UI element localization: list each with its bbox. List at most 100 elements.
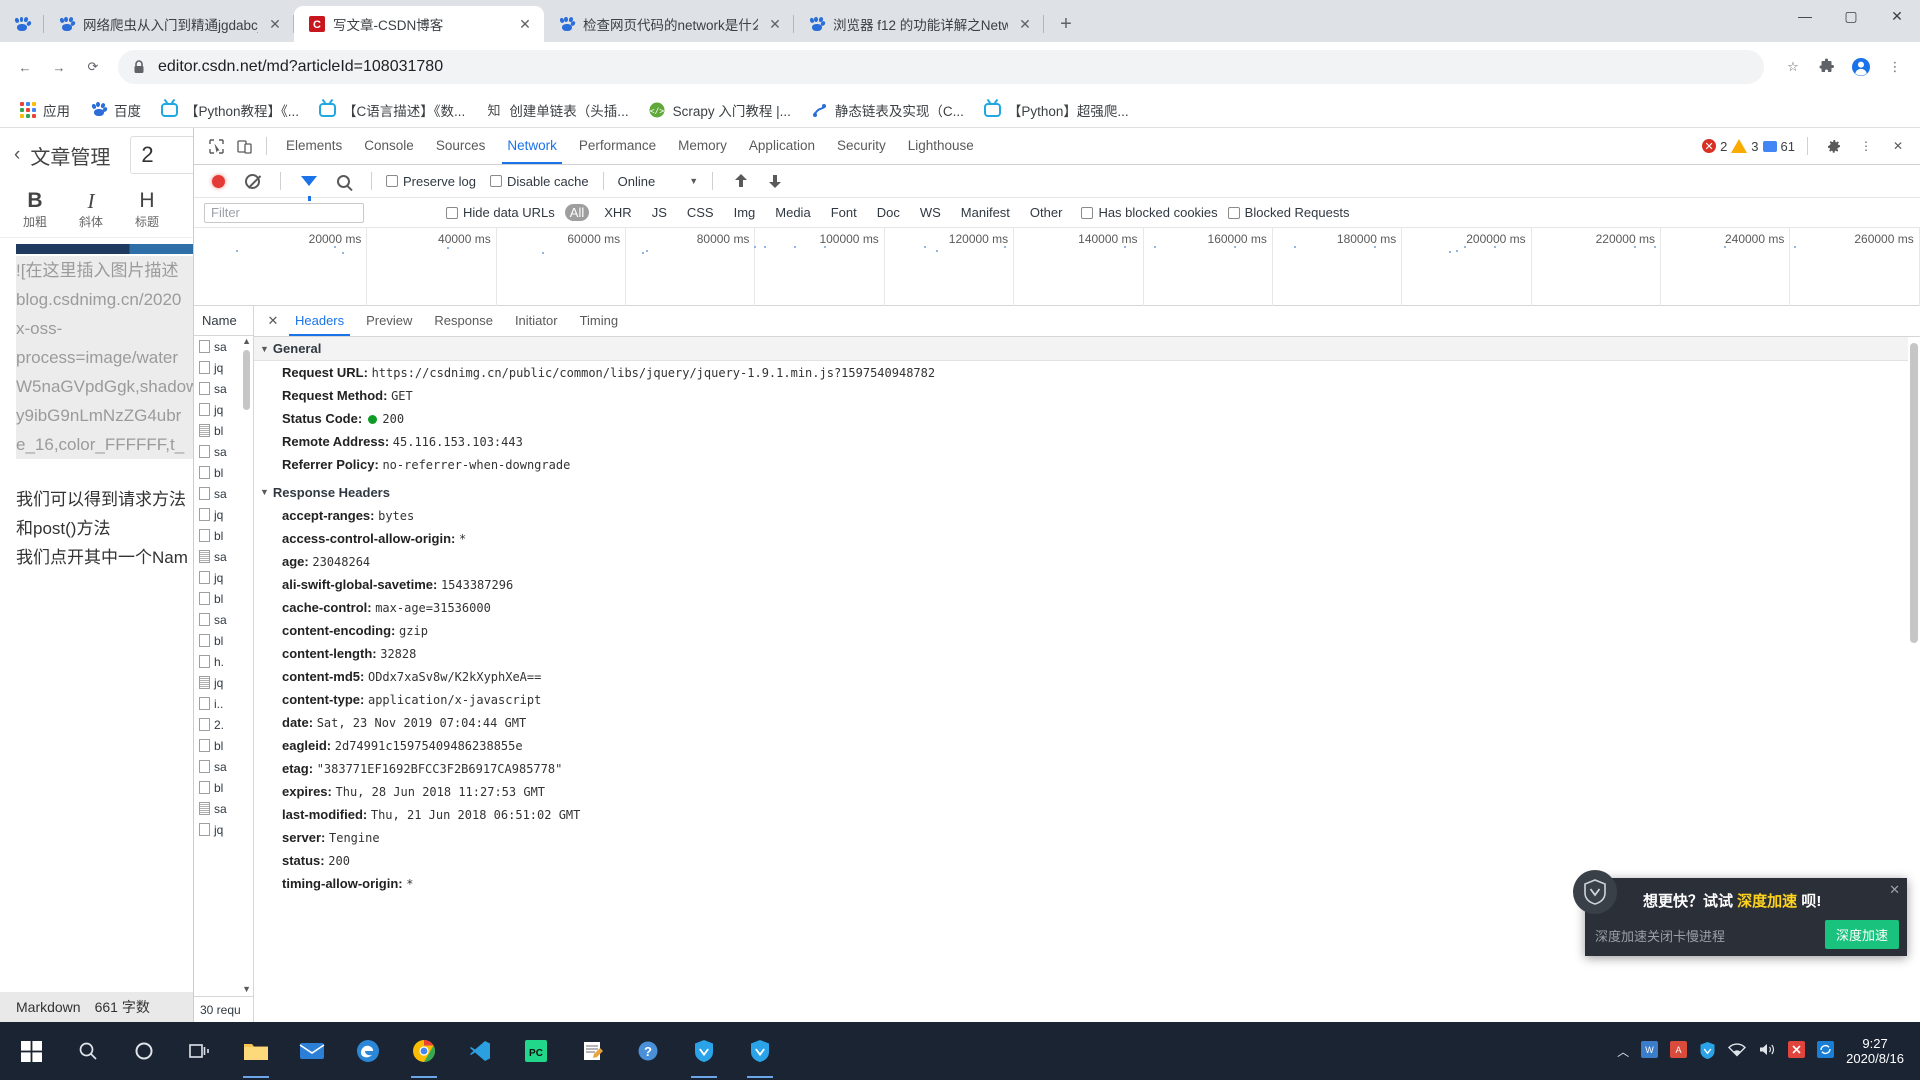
record-button[interactable] xyxy=(204,167,232,195)
tab-close-icon[interactable]: ✕ xyxy=(1016,15,1034,33)
tab-performance[interactable]: Performance xyxy=(568,128,667,164)
tab-console[interactable]: Console xyxy=(353,128,425,164)
list-scroll-up-icon[interactable]: ▲ xyxy=(242,336,251,346)
filter-type-js[interactable]: JS xyxy=(647,204,672,221)
warning-count-badge[interactable]: 3 xyxy=(1731,139,1759,154)
devtools-more-icon[interactable]: ⋮ xyxy=(1852,132,1880,160)
gear-icon[interactable] xyxy=(1820,132,1848,160)
tray-network-icon[interactable] xyxy=(1728,1042,1747,1060)
tray-shield-icon[interactable] xyxy=(1699,1041,1716,1062)
export-har-button[interactable] xyxy=(761,167,789,195)
bookmark-baidu[interactable]: 百度 xyxy=(81,96,150,124)
close-detail-icon[interactable]: ✕ xyxy=(262,313,284,329)
request-list-item[interactable]: bl xyxy=(194,462,253,483)
name-column-header[interactable]: Name xyxy=(194,306,253,336)
filter-button[interactable] xyxy=(295,167,323,201)
chrome-icon[interactable] xyxy=(396,1022,452,1080)
filter-type-xhr[interactable]: XHR xyxy=(599,204,636,221)
browser-tab-3[interactable]: 浏览器 f12 的功能详解之Netwo ✕ xyxy=(794,6,1044,42)
edge-icon[interactable] xyxy=(340,1022,396,1080)
network-overview-timeline[interactable]: 20000 ms 40000 ms 60000 ms 80000 ms 100000 m… xyxy=(194,228,1920,306)
article-manage-link[interactable]: 文章管理 xyxy=(30,141,110,170)
filter-type-doc[interactable]: Doc xyxy=(872,204,905,221)
accelerate-button[interactable]: 深度加速 xyxy=(1824,920,1899,949)
tab-application[interactable]: Application xyxy=(738,128,826,164)
back-chevron-icon[interactable]: ‹ xyxy=(14,144,20,166)
tray-arrow-up-icon[interactable]: ︿ xyxy=(1617,1043,1629,1060)
maximize-button[interactable]: ▢ xyxy=(1828,0,1874,32)
devtools-close-icon[interactable]: ✕ xyxy=(1884,132,1912,160)
search-icon[interactable] xyxy=(60,1022,116,1080)
tray-app-icon-2[interactable]: A xyxy=(1670,1041,1688,1061)
cortana-icon[interactable] xyxy=(116,1022,172,1080)
bookmark-linked-list[interactable]: 知 创建单链表（头插... xyxy=(476,96,637,124)
back-icon[interactable]: ← xyxy=(8,50,42,84)
request-list-item[interactable]: bl xyxy=(194,420,253,441)
request-list-item[interactable]: jq xyxy=(194,672,253,693)
mail-icon[interactable] xyxy=(284,1022,340,1080)
bookmark-apps[interactable]: 应用 xyxy=(10,96,79,124)
filter-input[interactable]: Filter xyxy=(204,202,364,223)
notification-close-icon[interactable]: ✕ xyxy=(1889,882,1900,898)
scrollbar-thumb[interactable] xyxy=(1910,343,1918,643)
device-toggle-icon[interactable] xyxy=(230,132,258,160)
notepad-icon[interactable] xyxy=(564,1022,620,1080)
taskbar-clock[interactable]: 9:27 2020/8/16 xyxy=(1846,1036,1908,1066)
request-list[interactable]: sa jq sa jq bl sa bl sa jq bl sa jq bl sa bl h. jq i.. 2. b… xyxy=(194,336,253,996)
tab-security[interactable]: Security xyxy=(826,128,897,164)
import-har-button[interactable] xyxy=(727,167,755,195)
request-list-item[interactable]: h. xyxy=(194,651,253,672)
forward-icon[interactable]: → xyxy=(42,50,76,84)
close-window-button[interactable]: ✕ xyxy=(1874,0,1920,32)
bookmark-scrapy[interactable]: </> Scrapy 入门教程 |... xyxy=(640,96,800,124)
filter-type-all[interactable]: All xyxy=(564,204,590,221)
windows-start-icon[interactable] xyxy=(4,1022,60,1080)
new-tab-button[interactable]: + xyxy=(1050,8,1082,40)
detail-tab-response[interactable]: Response xyxy=(423,306,504,336)
tray-close-icon[interactable] xyxy=(1788,1041,1806,1061)
bold-button[interactable]: B 加粗 xyxy=(8,189,62,230)
blocked-requests-checkbox[interactable]: Blocked Requests xyxy=(1227,205,1349,220)
tray-volume-icon[interactable] xyxy=(1758,1042,1776,1060)
request-list-item[interactable]: jq xyxy=(194,504,253,525)
tab-network[interactable]: Network xyxy=(496,128,568,164)
chevron-down-icon[interactable]: ▼ xyxy=(689,176,698,186)
disable-cache-checkbox[interactable]: Disable cache xyxy=(489,174,589,189)
browser-tab-0[interactable]: 网络爬虫从入门到精通jgdabc_百 ✕ xyxy=(44,6,294,42)
filter-type-manifest[interactable]: Manifest xyxy=(956,204,1015,221)
browser-tab-2[interactable]: 检查网页代码的network是什么_ ✕ xyxy=(544,6,794,42)
help-icon[interactable]: ? xyxy=(620,1022,676,1080)
pycharm-icon[interactable]: PC xyxy=(508,1022,564,1080)
search-button[interactable] xyxy=(329,167,357,195)
tab-memory[interactable]: Memory xyxy=(667,128,738,164)
request-list-item[interactable]: sa xyxy=(194,798,253,819)
general-section-header[interactable]: ▼ General xyxy=(254,337,1920,361)
request-list-item[interactable]: sa xyxy=(194,609,253,630)
file-explorer-icon[interactable] xyxy=(228,1022,284,1080)
detail-tab-timing[interactable]: Timing xyxy=(569,306,630,336)
request-list-item[interactable]: bl xyxy=(194,630,253,651)
request-list-item[interactable]: jq xyxy=(194,567,253,588)
filter-type-other[interactable]: Other xyxy=(1025,204,1068,221)
bookmark-python-crawler[interactable]: 【Python】超强爬... xyxy=(975,96,1138,124)
detail-tab-initiator[interactable]: Initiator xyxy=(504,306,569,336)
request-list-item[interactable]: sa xyxy=(194,756,253,777)
minimize-button[interactable]: — xyxy=(1782,0,1828,32)
vscode-icon[interactable] xyxy=(452,1022,508,1080)
tab-close-icon[interactable]: ✕ xyxy=(766,15,784,33)
tab-close-icon[interactable]: ✕ xyxy=(516,15,534,33)
has-blocked-cookies-checkbox[interactable]: Has blocked cookies xyxy=(1081,205,1218,220)
preserve-log-checkbox[interactable]: Preserve log xyxy=(386,174,476,189)
tab-lighthouse[interactable]: Lighthouse xyxy=(897,128,985,164)
clear-button[interactable] xyxy=(238,167,266,195)
bookmark-python-tutorial[interactable]: 【Python教程】《... xyxy=(152,96,308,124)
browser-tab-1[interactable]: C 写文章-CSDN博客 ✕ xyxy=(294,6,544,42)
request-list-item[interactable]: jq xyxy=(194,819,253,840)
task-view-icon[interactable] xyxy=(172,1022,228,1080)
bookmark-star-icon[interactable]: ☆ xyxy=(1776,50,1810,84)
list-scrollbar-thumb[interactable] xyxy=(243,350,250,410)
tray-app-icon-1[interactable]: W xyxy=(1641,1041,1659,1061)
filter-type-css[interactable]: CSS xyxy=(682,204,719,221)
extensions-puzzle-icon[interactable] xyxy=(1810,50,1844,84)
tab-close-icon[interactable]: ✕ xyxy=(266,15,284,33)
